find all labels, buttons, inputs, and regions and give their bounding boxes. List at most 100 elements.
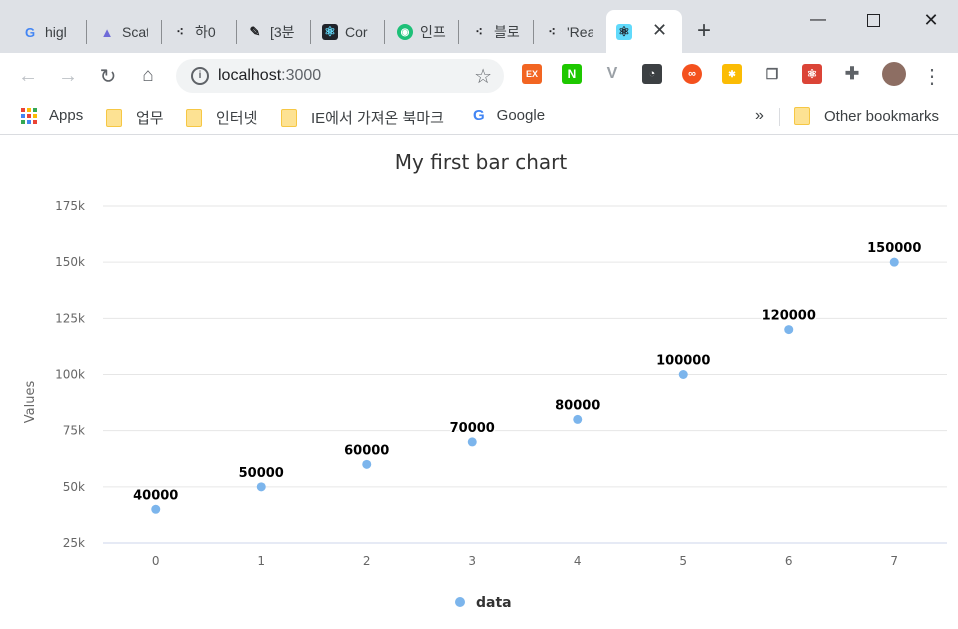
close-icon[interactable]: ✕ bbox=[652, 20, 667, 41]
bookmarks-bar: Apps 업무 인터넷 IE에서 가져온 북마크 G Google » Othe… bbox=[0, 99, 958, 135]
lightbulb-extension-icon[interactable]: ◔ bbox=[642, 64, 662, 84]
tab-label: Cor bbox=[345, 24, 368, 40]
tab-separator bbox=[161, 20, 162, 44]
bookmark-google[interactable]: G Google bbox=[473, 107, 545, 124]
data-point[interactable] bbox=[784, 325, 794, 335]
data-point[interactable] bbox=[889, 257, 899, 267]
bookmark-label: Apps bbox=[49, 107, 84, 124]
tab-separator bbox=[86, 20, 87, 44]
tab-label: 하0 bbox=[195, 24, 216, 40]
bookmark-folder-ie-imported[interactable]: IE에서 가져온 북마크 bbox=[281, 107, 444, 128]
more-bookmarks-chevron-icon[interactable]: » bbox=[755, 107, 764, 125]
back-icon[interactable]: ← bbox=[17, 65, 39, 87]
y-tick-label: 100k bbox=[55, 368, 85, 382]
x-tick-label: 5 bbox=[679, 554, 687, 568]
tab-5[interactable]: ⚛ Cor bbox=[322, 14, 371, 50]
info-icon[interactable]: i bbox=[191, 67, 209, 85]
infinity-extension-icon[interactable]: ∞ bbox=[682, 64, 702, 84]
bookmark-apps[interactable]: Apps bbox=[21, 107, 83, 124]
dots-icon: ⁖ bbox=[176, 24, 184, 39]
pen-icon: ✎ bbox=[249, 24, 261, 39]
url-text[interactable]: localhost:3000 bbox=[218, 67, 321, 85]
y-tick-label: 50k bbox=[63, 480, 85, 494]
vue-extension-icon[interactable]: V bbox=[602, 64, 622, 84]
x-tick-label: 7 bbox=[890, 554, 898, 568]
profile-avatar[interactable] bbox=[882, 62, 906, 86]
tab-1[interactable]: G higl bbox=[22, 14, 71, 50]
bookmark-label: 인터넷 bbox=[216, 110, 258, 127]
ex-extension-icon[interactable]: EX bbox=[522, 64, 542, 84]
menu-kebab-icon[interactable]: ⋮ bbox=[921, 65, 943, 88]
tab-label: 블로 bbox=[494, 24, 520, 40]
reload-icon[interactable]: ↻ bbox=[97, 65, 119, 88]
x-tick-label: 3 bbox=[468, 554, 476, 568]
y-tick-label: 25k bbox=[63, 536, 85, 550]
new-tab-icon[interactable]: + bbox=[697, 19, 711, 43]
bookmark-folder-work[interactable]: 업무 bbox=[106, 107, 164, 128]
data-label: 40000 bbox=[133, 488, 178, 503]
scatter-chart: 25k 50k 75k 100k 125k 150k 175k 0 1 2 3 4 5 6 7 40000… bbox=[23, 150, 947, 611]
browser-toolbar: ← → ↻ ⌂ i localhost:3000 ☆ EX N V ◔ ∞ ✱ … bbox=[0, 53, 958, 99]
tab-label: 인프 bbox=[420, 24, 446, 40]
react-icon: ⚛ bbox=[322, 24, 338, 40]
tab-separator bbox=[533, 20, 534, 44]
tab-7[interactable]: ⁖ 블로 bbox=[471, 14, 520, 50]
chart-title: My first bar chart bbox=[395, 150, 568, 174]
data-labels: 40000 50000 60000 70000 80000 100000 120000 150… bbox=[132, 240, 923, 505]
extensions-puzzle-icon[interactable]: ✚ bbox=[842, 64, 862, 84]
bookmark-label: IE에서 가져온 북마크 bbox=[311, 110, 444, 127]
dots-icon: ⁖ bbox=[475, 24, 483, 39]
tab-label: [3분 bbox=[270, 24, 295, 40]
cast-extension-icon[interactable]: ❐ bbox=[762, 64, 782, 84]
address-bar[interactable]: i localhost:3000 ☆ bbox=[176, 59, 504, 93]
tab-3[interactable]: ⁖ 하0 bbox=[172, 14, 221, 50]
data-label: 60000 bbox=[344, 443, 389, 458]
bookmark-folder-internet[interactable]: 인터넷 bbox=[186, 107, 257, 128]
tab-label: higl bbox=[45, 24, 67, 40]
tab-8[interactable]: ⁖ 'Rea bbox=[544, 14, 593, 50]
star-extension-icon[interactable]: ✱ bbox=[722, 64, 742, 84]
tab-separator bbox=[384, 20, 385, 44]
bookmark-star-icon[interactable]: ☆ bbox=[474, 64, 492, 89]
data-point[interactable] bbox=[362, 459, 372, 469]
tab-6[interactable]: ◉ 인프 bbox=[397, 14, 446, 50]
apps-grid-icon bbox=[21, 107, 37, 124]
react-icon: ⚛ bbox=[616, 23, 632, 40]
data-label: 80000 bbox=[555, 398, 600, 413]
bookmarks-divider bbox=[779, 108, 780, 126]
data-label: 120000 bbox=[762, 309, 816, 324]
data-point[interactable] bbox=[256, 482, 266, 492]
data-label: 50000 bbox=[239, 466, 284, 481]
tab-4[interactable]: ✎ [3분 bbox=[247, 14, 296, 50]
x-tick-label: 1 bbox=[257, 554, 265, 568]
naver-extension-icon[interactable]: N bbox=[562, 64, 582, 84]
data-point[interactable] bbox=[151, 504, 161, 514]
folder-icon bbox=[281, 108, 297, 127]
maximize-icon[interactable] bbox=[850, 6, 896, 34]
bookmark-label: 업무 bbox=[136, 110, 164, 127]
y-tick-labels: 25k 50k 75k 100k 125k 150k 175k bbox=[55, 199, 85, 550]
bookmark-label: Other bookmarks bbox=[824, 107, 940, 125]
data-label: 150000 bbox=[867, 241, 921, 256]
react-devtools-extension-icon[interactable]: ⚛ bbox=[802, 64, 822, 84]
folder-icon bbox=[186, 108, 202, 127]
y-tick-label: 125k bbox=[55, 311, 85, 325]
y-tick-label: 75k bbox=[63, 424, 85, 438]
legend-item[interactable]: data bbox=[455, 595, 512, 611]
folder-icon bbox=[106, 108, 122, 127]
tab-2[interactable]: ▲ Scat bbox=[99, 14, 148, 50]
y-tick-label: 150k bbox=[55, 255, 85, 269]
page-content: 25k 50k 75k 100k 125k 150k 175k 0 1 2 3 4 5 6 7 40000… bbox=[0, 140, 958, 624]
bookmark-other[interactable]: Other bookmarks bbox=[794, 107, 939, 125]
home-icon[interactable]: ⌂ bbox=[137, 65, 159, 87]
forward-icon[interactable]: → bbox=[57, 65, 79, 87]
data-point[interactable] bbox=[467, 437, 477, 447]
window-close-icon[interactable]: ✕ bbox=[908, 6, 954, 34]
x-tick-label: 4 bbox=[574, 554, 582, 568]
tab-label: Scat bbox=[122, 24, 148, 40]
url-path: :3000 bbox=[281, 67, 322, 84]
data-point[interactable] bbox=[678, 370, 688, 379]
tab-active[interactable]: ⚛ ✕ bbox=[606, 10, 682, 53]
minimize-icon[interactable]: — bbox=[795, 6, 841, 34]
data-point[interactable] bbox=[573, 414, 583, 424]
